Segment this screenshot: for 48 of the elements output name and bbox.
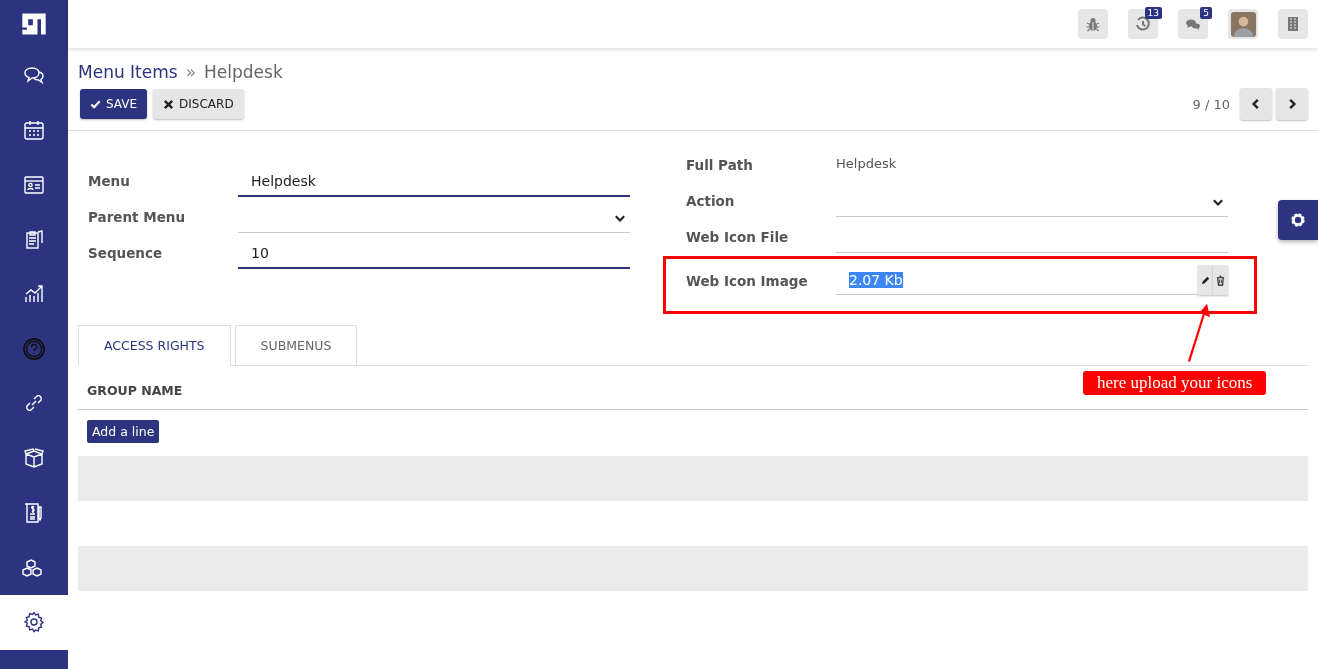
chevron-left-icon <box>1250 98 1262 110</box>
count-badge: 13 <box>1144 7 1162 19</box>
calendar-icon <box>22 118 46 143</box>
field-label: Parent Menu <box>87 209 187 227</box>
previous-button[interactable] <box>1240 88 1272 120</box>
add-line-button[interactable]: Add a line <box>87 420 160 443</box>
field-label: Web Icon Image <box>685 272 809 291</box>
close-icon <box>163 98 175 110</box>
field-label: Menu <box>87 173 131 191</box>
tab[interactable]: ACCESS RIGHTS <box>78 325 231 366</box>
building-icon <box>1285 16 1301 32</box>
annotation-callout: here upload your icons <box>1083 371 1267 395</box>
building-button[interactable] <box>1278 9 1308 39</box>
user-avatar[interactable] <box>1228 9 1258 39</box>
field-value: Helpdesk <box>836 156 897 173</box>
count-badge: 5 <box>1200 7 1212 19</box>
avatar-silhouette-icon <box>1230 11 1256 37</box>
clock-icon <box>1135 16 1151 32</box>
breadcrumb-link[interactable]: Menu Items <box>78 62 178 82</box>
file-size: 2.07 Kb <box>849 271 903 288</box>
delete-button[interactable] <box>1213 265 1228 295</box>
help-icon <box>22 336 46 361</box>
field-label: Action <box>685 193 736 211</box>
next-button[interactable] <box>1276 88 1308 120</box>
check-icon <box>90 98 101 110</box>
field-label: Sequence <box>87 245 164 263</box>
settings-button[interactable] <box>1278 200 1318 240</box>
text-field[interactable]: 10 <box>238 239 630 269</box>
edit-button[interactable] <box>1198 265 1213 295</box>
bug-icon <box>1085 16 1101 32</box>
bug-button[interactable] <box>1078 9 1108 39</box>
column-header: GROUP NAME <box>87 383 183 398</box>
field-label: Full Path <box>685 157 754 175</box>
box-icon <box>22 446 46 471</box>
breadcrumb-separator: » <box>185 62 197 82</box>
save-button[interactable]: SAVE <box>80 89 148 119</box>
trash-icon <box>1215 274 1226 286</box>
file-field[interactable]: 2.07 Kb <box>836 265 1198 295</box>
discard-button[interactable]: DISCARD <box>153 89 244 119</box>
breadcrumb-current: Helpdesk <box>204 62 283 82</box>
text-field[interactable]: Helpdesk <box>238 167 630 197</box>
sidebar-item[interactable] <box>0 594 68 650</box>
field-label: Web Icon File <box>685 229 790 247</box>
chevron-right-icon <box>1286 98 1298 110</box>
gear-icon <box>22 610 46 635</box>
pager-counter: 9 / 10 <box>1192 96 1230 112</box>
tab[interactable]: SUBMENUS <box>234 325 358 365</box>
pencil-icon <box>1200 274 1211 286</box>
